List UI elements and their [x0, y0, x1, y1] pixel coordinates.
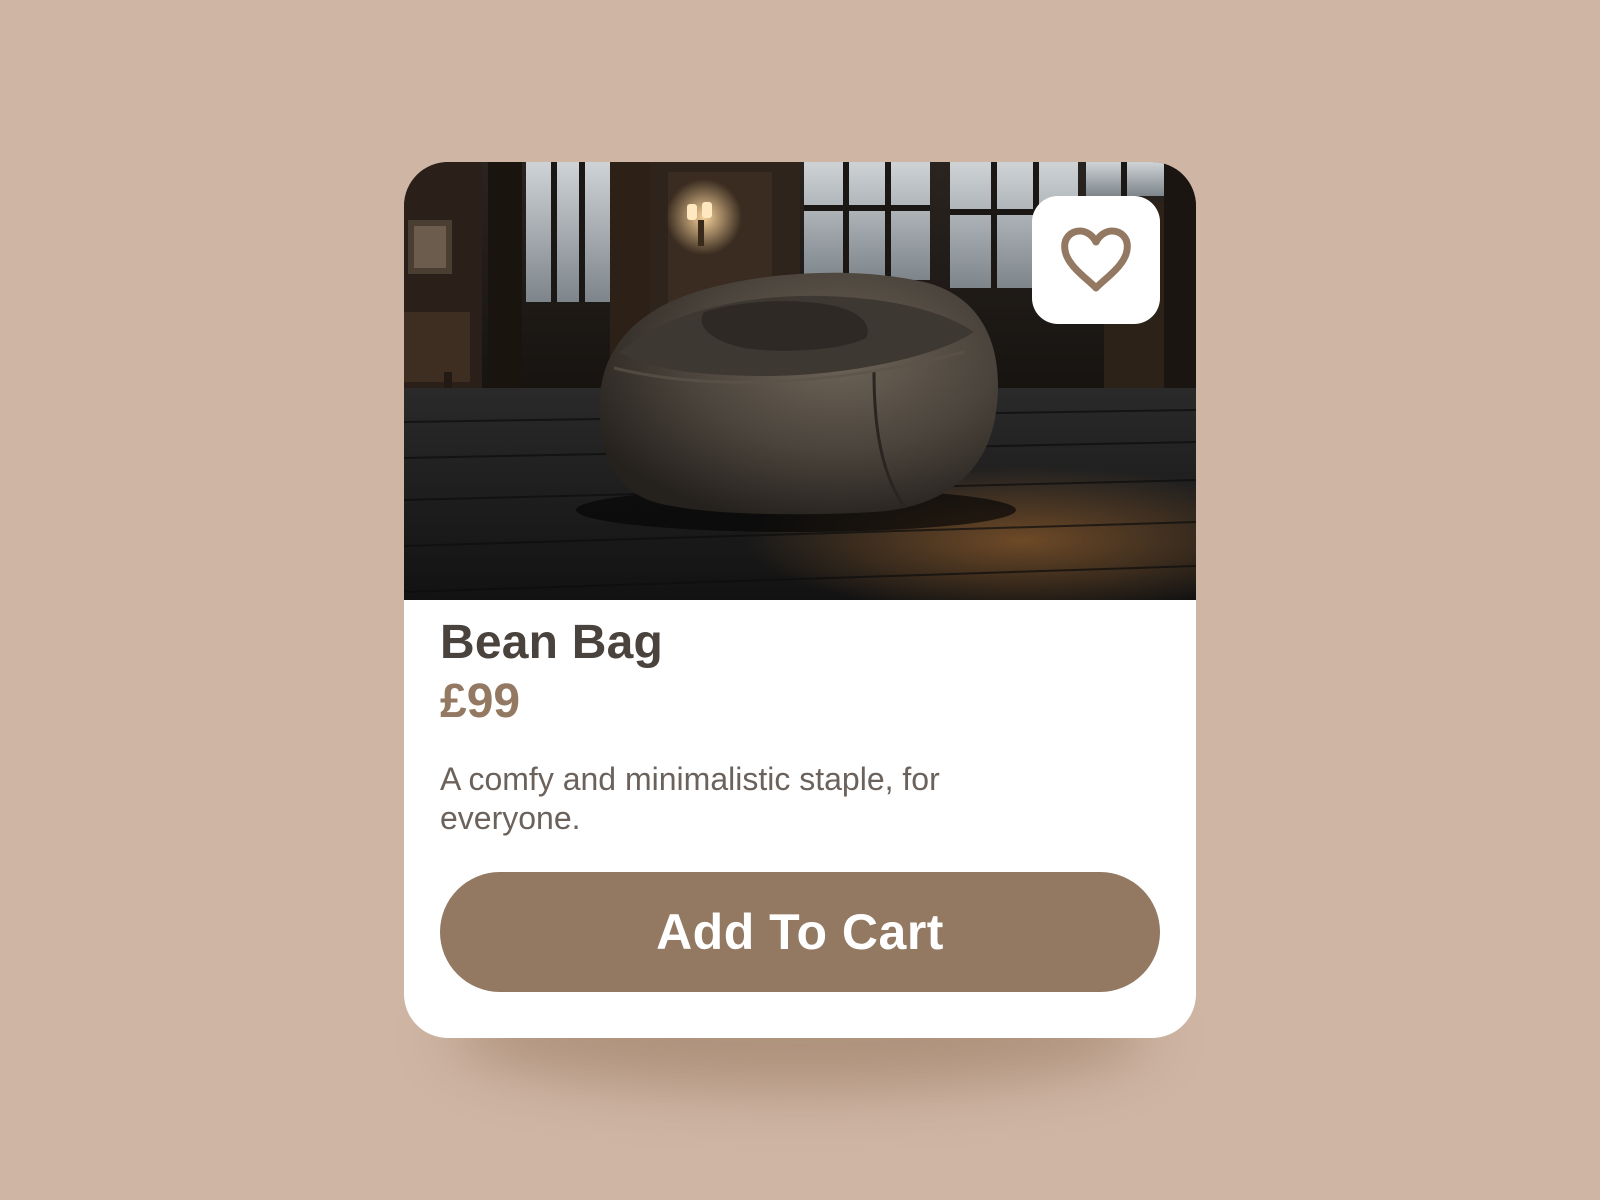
- product-price: £99: [440, 675, 521, 728]
- product-name: Bean Bag: [440, 616, 663, 669]
- product-description: A comfy and minimalistic staple, for eve…: [440, 761, 940, 836]
- heart-outline-icon: [1061, 227, 1131, 292]
- add-to-cart-button[interactable]: Add To Cart: [440, 872, 1160, 992]
- wishlist-button[interactable]: [1032, 196, 1160, 324]
- product-card: Bean Bag £99 A comfy and minimalistic st…: [404, 162, 1196, 1038]
- product-details: Bean Bag £99 A comfy and minimalistic st…: [440, 600, 1160, 838]
